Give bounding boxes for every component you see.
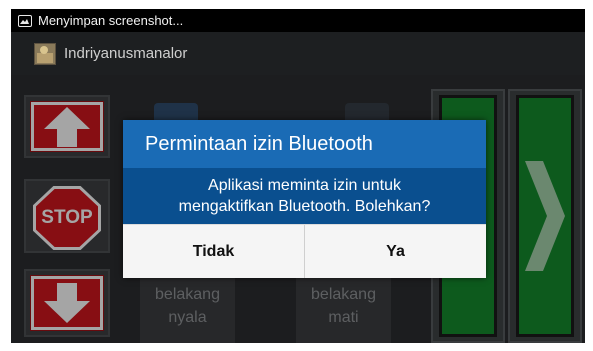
image-icon: [18, 14, 32, 27]
allow-button[interactable]: Ya: [304, 225, 486, 278]
app-title: Indriyanusmanalor: [64, 45, 188, 62]
bluetooth-permission-dialog: Permintaan izin Bluetooth Aplikasi memin…: [123, 120, 486, 278]
app-icon[interactable]: [34, 42, 56, 65]
status-bar: Menyimpan screenshot...: [11, 9, 585, 32]
dialog-message-line1: Aplikasi meminta izin untuk: [208, 177, 401, 194]
dialog-button-bar: Tidak Ya: [123, 224, 486, 278]
app-window: Menyimpan screenshot... Indriyanusmanalo…: [11, 9, 585, 343]
dialog-message-line2: mengaktifkan Bluetooth. Bolehkan?: [178, 198, 431, 215]
status-text: Menyimpan screenshot...: [38, 13, 184, 28]
dialog-message: Aplikasi meminta izin untuk mengaktifkan…: [123, 168, 486, 224]
deny-button[interactable]: Tidak: [123, 225, 304, 278]
action-bar: Indriyanusmanalor: [11, 32, 585, 75]
dialog-title: Permintaan izin Bluetooth: [123, 120, 486, 168]
